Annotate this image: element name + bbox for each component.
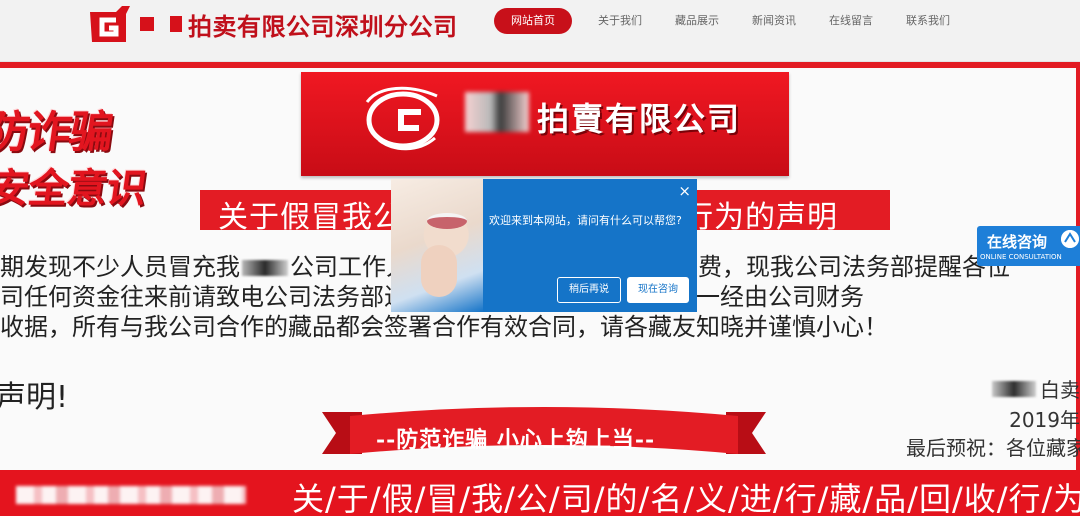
bottom-marquee-text: 关/于/假/冒/我/公/司/的/名/义/进/行/藏/品/回/收/行/为 (292, 480, 1080, 516)
top-navigation-bar: 拍卖有限公司深圳分公司 网站首页 关于我们 藏品展示 新闻资讯 在线留言 联系我… (0, 0, 1080, 62)
statement-heading: 声明! (0, 380, 69, 415)
anti-fraud-line2: 安全意识 (0, 166, 149, 212)
online-consult-tab[interactable]: 在线咨询 ONLINE CONSULTATION (977, 226, 1080, 266)
signature-company-text: 白卖 (1040, 378, 1080, 402)
nav-item-home[interactable]: 网站首页 (494, 8, 572, 34)
brand-title[interactable]: 拍卖有限公司深圳分公司 (140, 8, 458, 41)
paragraph-line-3: 收据，所有与我公司合作的藏品都会签署合作有效合同，请各藏友知晓并谨慎小心！ (0, 310, 1080, 344)
consult-label-en: ONLINE CONSULTATION (980, 253, 1062, 261)
consult-label-cn: 在线咨询 (987, 233, 1048, 251)
redacted-block (140, 17, 154, 31)
signature-company: 白卖 (992, 374, 1080, 403)
company-banner: 拍賣有限公司 (301, 72, 789, 176)
brand-name: 拍卖有限公司深圳分公司 (188, 12, 458, 41)
agent-photo (391, 179, 483, 312)
later-button[interactable]: 稍后再说 (557, 277, 621, 303)
nav-item-message[interactable]: 在线留言 (817, 8, 885, 34)
chat-invite-popup[interactable]: × 欢迎来到本网站，请问有什么可以帮您? 稍后再说 现在咨询 (391, 179, 697, 312)
nav-item-contact[interactable]: 联系我们 (894, 8, 962, 34)
auction-g-logo-icon[interactable] (86, 4, 132, 44)
nav-item-about[interactable]: 关于我们 (586, 8, 654, 34)
dragon-g-logo-icon (365, 86, 440, 151)
redacted-block (992, 380, 1036, 397)
main-nav: 网站首页 关于我们 藏品展示 新闻资讯 在线留言 联系我们 (494, 8, 971, 34)
paragraph-text: 期发现不少人员冒充我 (0, 253, 240, 281)
nav-item-collection[interactable]: 藏品展示 (663, 8, 731, 34)
banner-company-name: 拍賣有限公司 (537, 100, 742, 138)
redacted-block (16, 486, 246, 504)
signature-date: 2019年 (1009, 408, 1080, 432)
redacted-block (242, 260, 288, 276)
anti-fraud-line1: 防诈骗 (0, 107, 115, 158)
close-icon[interactable]: × (678, 182, 691, 200)
photo-detail (427, 213, 467, 229)
photo-detail (421, 245, 457, 297)
chat-welcome-message: 欢迎来到本网站，请问有什么可以帮您? (489, 214, 682, 227)
signature-wish: 最后预祝：各位藏家藏 (906, 436, 1080, 460)
paragraph-text: 收据，所有与我公司合作的藏品都会签署合作有效合同，请各藏友知晓并谨慎小心！ (0, 313, 888, 341)
anti-fraud-graphic: 防诈骗 安全意识 (0, 92, 149, 218)
chat-bubble-icon (1061, 230, 1079, 248)
redacted-block (170, 16, 182, 32)
nav-item-news[interactable]: 新闻资讯 (740, 8, 808, 34)
redacted-block (465, 92, 529, 132)
consult-now-button[interactable]: 现在咨询 (627, 277, 689, 303)
ribbon-slogan: --防范诈骗 小心上钩上当-- (376, 427, 656, 453)
